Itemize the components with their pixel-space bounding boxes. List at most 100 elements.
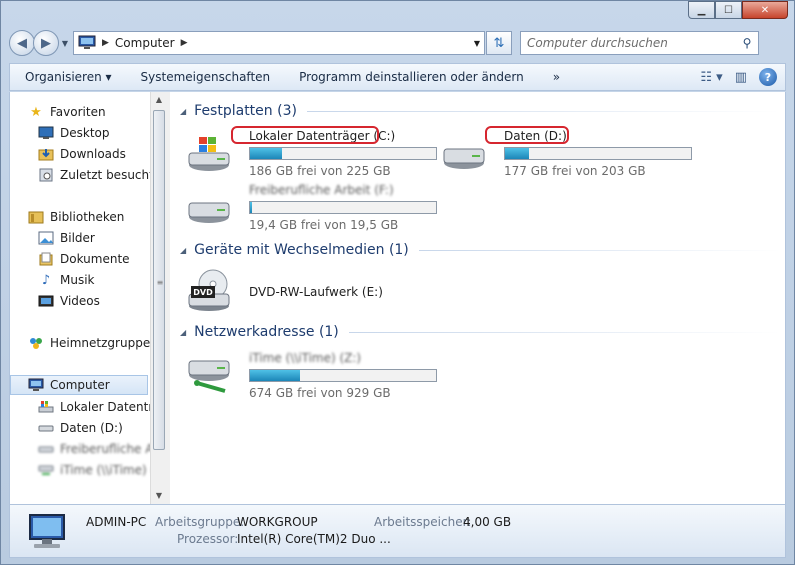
help-icon[interactable]: ? [759, 68, 777, 86]
command-bar: Organisieren ▾ Systemeigenschaften Progr… [9, 63, 786, 91]
sidebar-item-homegroup[interactable]: Heimnetzgruppe [28, 333, 150, 353]
group-title: Netzwerkadresse (1) [194, 324, 339, 340]
memory-value: 4,00 GB [463, 515, 512, 529]
content-pane: ◢ Festplatten (3) Lokaler Datenträger (C… [170, 92, 785, 504]
sidebar-item-libraries[interactable]: Bibliotheken [28, 207, 124, 227]
sidebar-item-label: Bibliotheken [50, 210, 125, 224]
collapse-arrow-icon[interactable]: ◢ [180, 107, 186, 116]
recent-pages-dropdown[interactable]: ▼ [59, 39, 71, 48]
address-bar[interactable]: ▶ Computer ▶ ▼ [73, 31, 485, 55]
collapse-arrow-icon[interactable]: ◢ [180, 328, 186, 337]
workgroup-value: WORKGROUP [237, 515, 318, 529]
sidebar-item-recent[interactable]: Zuletzt besucht [38, 165, 150, 185]
organize-button[interactable]: Organisieren ▾ [25, 70, 112, 84]
uninstall-program-button[interactable]: Programm deinstallieren oder ändern [299, 70, 524, 84]
group-header-hdd[interactable]: ◢ Festplatten (3) [180, 103, 780, 119]
sidebar-item-downloads[interactable]: Downloads [38, 144, 126, 164]
explorer-window: ▁ ☐ ✕ ◀ ▶ ▼ ▶ Computer ▶ ▼ ⇅ Computer du… [0, 0, 795, 565]
computer-name: ADMIN-PC [86, 515, 147, 529]
drive-icon [38, 441, 54, 457]
sidebar-item-videos[interactable]: Videos [38, 291, 100, 311]
drive-usage-bar [249, 147, 437, 160]
computer-icon [29, 514, 65, 548]
sidebar-item-music[interactable]: ♪ Musik [38, 270, 95, 290]
recent-places-icon [38, 167, 54, 183]
scrollbar-thumb[interactable]: ≡ [153, 110, 165, 450]
group-divider [348, 331, 780, 333]
sidebar-item-computer[interactable]: Computer [10, 375, 148, 395]
search-input[interactable]: Computer durchsuchen ⚲ [520, 31, 759, 55]
sidebar-item-data-d[interactable]: Daten (D:) [38, 418, 123, 438]
sidebar-item-desktop[interactable]: Desktop [38, 123, 110, 143]
drive-usage-fill [250, 370, 301, 381]
computer-icon [28, 377, 44, 393]
drive-name: iTime (\\iTime) (Z:) [249, 351, 362, 365]
drive-free-space: 674 GB frei von 929 GB [249, 386, 391, 400]
forward-button[interactable]: ▶ [33, 30, 59, 56]
documents-icon [38, 251, 54, 267]
more-commands-button[interactable]: » [553, 70, 560, 84]
drive-tile[interactable]: iTime (\\iTime) (Z:) 674 GB frei von 929… [187, 351, 447, 401]
desktop-icon [38, 125, 54, 141]
drive-free-space: 186 GB frei von 225 GB [249, 164, 391, 178]
group-header-removable[interactable]: ◢ Geräte mit Wechselmedien (1) [180, 242, 780, 258]
navigation-bar: ◀ ▶ ▼ ▶ Computer ▶ ▼ ⇅ Computer durchsuc… [9, 29, 786, 57]
sidebar-item-label: Daten (D:) [60, 421, 123, 435]
back-arrow-icon: ◀ [17, 35, 27, 51]
search-icon[interactable]: ⚲ [736, 36, 758, 50]
forward-arrow-icon: ▶ [41, 35, 51, 51]
drive-tile[interactable]: Daten (D:) 177 GB frei von 203 GB [442, 129, 702, 179]
sidebar-item-label: Computer [50, 378, 110, 392]
system-properties-button[interactable]: Systemeigenschaften [141, 70, 271, 84]
network-drive-icon [38, 462, 54, 478]
workgroup-label: Arbeitsgruppe: [155, 515, 245, 529]
downloads-folder-icon [38, 146, 54, 162]
navigation-scrollbar[interactable]: ▲ ≡ ▼ [150, 92, 167, 504]
maximize-button[interactable]: ☐ [715, 1, 742, 19]
scroll-up-icon[interactable]: ▲ [151, 92, 167, 108]
highlight-callout [485, 126, 569, 144]
view-options-icon[interactable]: ☷ ▾ [700, 70, 722, 85]
breadcrumb-chevron-icon[interactable]: ▶ [181, 38, 188, 48]
sidebar-item-blurred-drive[interactable]: Freiberufliche Ar [38, 439, 150, 459]
group-header-network[interactable]: ◢ Netzwerkadresse (1) [180, 324, 780, 340]
group-divider [306, 110, 780, 112]
processor-label: Prozessor: [177, 532, 239, 546]
sidebar-item-blurred-network[interactable]: iTime (\\iTime) (Z [38, 460, 150, 480]
navigation-pane: ★ Favoriten Desktop Downloads Zuletzt be… [10, 92, 150, 504]
highlight-callout [231, 126, 379, 144]
drive-tile[interactable]: Freiberufliche Arbeit (F:) 19,4 GB frei … [187, 183, 447, 233]
windows-drive-icon [38, 399, 54, 415]
drive-usage-fill [250, 202, 252, 213]
drive-tile[interactable]: DVD DVD-RW-Laufwerk (E:) [187, 268, 447, 318]
sidebar-item-favorites[interactable]: ★ Favoriten [28, 102, 105, 122]
close-button[interactable]: ✕ [742, 1, 788, 19]
sidebar-item-documents[interactable]: Dokumente [38, 249, 130, 269]
sidebar-item-label: Heimnetzgruppe [50, 336, 150, 350]
group-title: Geräte mit Wechselmedien (1) [194, 242, 409, 258]
breadcrumb-chevron-icon[interactable]: ▶ [102, 38, 109, 48]
sidebar-item-label: Videos [60, 294, 100, 308]
sidebar-item-label: Dokumente [60, 252, 130, 266]
back-button[interactable]: ◀ [9, 30, 35, 56]
sidebar-item-label: iTime (\\iTime) (Z [60, 463, 150, 477]
breadcrumb-computer[interactable]: Computer [115, 36, 175, 50]
scroll-down-icon[interactable]: ▼ [151, 488, 167, 504]
pictures-icon [38, 230, 54, 246]
star-icon: ★ [30, 104, 42, 120]
preview-pane-icon[interactable]: ▥ [735, 70, 747, 85]
drive-usage-fill [505, 148, 530, 159]
search-placeholder: Computer durchsuchen [527, 36, 668, 50]
address-dropdown-icon[interactable]: ▼ [470, 39, 484, 48]
details-pane: ADMIN-PC Arbeitsgruppe: WORKGROUP Arbeit… [9, 504, 786, 558]
sidebar-item-local-disk[interactable]: Lokaler Datenträg [38, 397, 150, 417]
drive-icon [188, 202, 230, 223]
sidebar-item-label: Desktop [60, 126, 110, 140]
sidebar-item-pictures[interactable]: Bilder [38, 228, 95, 248]
sidebar-item-label: Musik [60, 273, 95, 287]
minimize-button[interactable]: ▁ [688, 1, 715, 19]
refresh-button[interactable]: ⇅ [486, 31, 512, 55]
music-note-icon: ♪ [41, 272, 51, 288]
collapse-arrow-icon[interactable]: ◢ [180, 246, 186, 255]
drive-free-space: 19,4 GB frei von 19,5 GB [249, 218, 399, 232]
